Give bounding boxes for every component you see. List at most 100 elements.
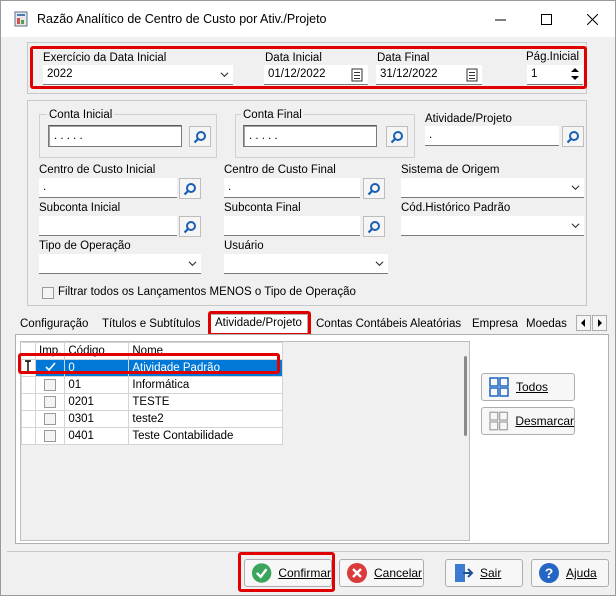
row-checkbox[interactable] [44,378,57,391]
row-checkbox[interactable] [44,412,57,425]
spinner-arrows-icon[interactable] [570,67,580,81]
tab-scroll-right-button[interactable] [592,315,607,331]
search-subconta-inicial-button[interactable] [179,216,201,237]
tab-atividade-projeto[interactable]: Atividade/Projeto [209,314,308,335]
exercicio-value: 2022 [47,68,73,80]
tab-contas-aleatorias[interactable]: Contas Contábeis Aleatórias [311,316,466,334]
desmarcar-label: Desmarcar [515,414,574,428]
deselect-all-icon [489,411,509,431]
tipo-operacao-label: Tipo de Operação [39,240,131,252]
conta-final-label: Conta Final [241,109,304,121]
confirmar-button[interactable]: Confirmar [244,559,332,587]
row-codigo: 0 [64,359,130,377]
table-row[interactable]: 0 Atividade Padrão [21,359,284,377]
column-header-imp[interactable]: Imp. [34,342,66,360]
text-cursor-icon [25,360,31,373]
calendar-icon[interactable] [466,68,478,82]
sistema-select[interactable] [401,178,584,198]
row-nome: Teste Contabilidade [128,427,284,445]
ajuda-label: Ajuda [566,566,597,580]
usuario-select[interactable] [224,254,388,274]
tab-scroll-left-button[interactable] [576,315,591,331]
table-header-row: Imp. Código Nome [21,342,284,360]
row-nome: Atividade Padrão [128,359,284,377]
atividade-value: . [429,129,433,141]
cc-final-field[interactable]: . [224,178,360,198]
conta-final-field[interactable]: . . . . . [243,125,377,147]
data-inicial-value: 01/12/2022 [268,68,326,80]
todos-label: Todos [516,380,549,394]
row-codigo: 0301 [64,410,130,428]
table-row[interactable]: 0201 TESTE [21,393,284,411]
grid-scrollbar[interactable] [464,356,467,436]
tab-moedas[interactable]: Moedas [521,316,572,334]
conta-inicial-value: . . . . . [54,130,83,142]
desmarcar-button[interactable]: Desmarcar [481,407,575,435]
search-subconta-final-button[interactable] [363,216,385,237]
search-cc-final-button[interactable] [363,178,385,199]
search-cc-inicial-button[interactable] [179,178,201,199]
search-icon [367,182,380,195]
arrow-right-icon [598,319,602,327]
data-final-value: 31/12/2022 [380,68,438,80]
conta-inicial-field[interactable]: . . . . . [48,125,182,147]
tab-configuracao[interactable]: Configuração [15,316,93,334]
cc-inicial-label: Centro de Custo Inicial [39,164,156,176]
subconta-final-field[interactable] [224,216,360,236]
row-checkbox[interactable] [44,429,57,442]
pag-inicial-spinner[interactable]: 1 [527,65,583,85]
table-row[interactable]: 0301 teste2 [21,410,284,428]
cc-final-label: Centro de Custo Final [224,164,336,176]
column-header-codigo[interactable]: Código [64,342,130,360]
search-icon [183,220,196,233]
search-conta-inicial-button[interactable] [189,126,211,147]
minimize-button[interactable] [477,1,523,37]
table-row[interactable]: 0401 Teste Contabilidade [21,427,284,445]
row-nome: teste2 [128,410,284,428]
cc-inicial-value: . [43,181,47,193]
atividade-field[interactable]: . [425,126,559,146]
exercicio-select[interactable]: 2022 [43,65,233,85]
atividade-label: Atividade/Projeto [425,113,512,125]
close-button[interactable] [569,1,615,37]
confirmar-label: Confirmar [278,566,331,580]
row-codigo: 01 [64,376,130,394]
tipo-operacao-select[interactable] [39,254,201,274]
search-icon [367,220,380,233]
data-final-label: Data Final [377,52,430,64]
chevron-down-icon [188,261,197,267]
search-atividade-button[interactable] [562,126,584,147]
row-nome: TESTE [128,393,284,411]
subconta-final-label: Subconta Final [224,202,301,214]
sair-label: Sair [480,566,502,580]
help-circle-icon: ? [539,563,559,583]
exercicio-label: Exercício da Data Inicial [43,52,167,64]
column-header-nome[interactable]: Nome [128,342,284,360]
chevron-down-icon [571,185,580,191]
search-icon [390,130,403,143]
row-checkbox[interactable] [44,395,57,408]
cc-inicial-field[interactable]: . [39,178,177,198]
historico-select[interactable] [401,216,584,236]
subconta-inicial-field[interactable] [39,216,177,236]
tab-empresa[interactable]: Empresa [467,316,523,334]
sair-button[interactable]: Sair [445,559,523,587]
cancelar-button[interactable]: Cancelar [339,559,424,587]
maximize-button[interactable] [523,1,569,37]
filtrar-checkbox[interactable] [42,287,54,299]
pag-inicial-value: 1 [531,68,538,80]
filtrar-label: Filtrar todos os Lançamentos MENOS o Tip… [58,286,356,298]
tab-titulos[interactable]: Títulos e Subtítulos [97,316,205,334]
calendar-icon[interactable] [351,68,363,82]
row-checkbox[interactable] [34,359,66,377]
todos-button[interactable]: Todos [481,373,575,401]
table-row[interactable]: 01 Informática [21,376,284,394]
ajuda-button[interactable]: ? Ajuda [531,559,609,587]
chevron-down-icon [220,72,229,78]
search-icon [193,130,206,143]
arrow-left-icon [581,319,585,327]
conta-final-value: . . . . . [249,130,278,142]
window-title: Razão Analítico de Centro de Custo por A… [37,12,327,26]
tab-pane-atividade: Imp. Código Nome 0 Atividade Padrão 01 I… [15,334,609,544]
search-conta-final-button[interactable] [386,126,408,147]
